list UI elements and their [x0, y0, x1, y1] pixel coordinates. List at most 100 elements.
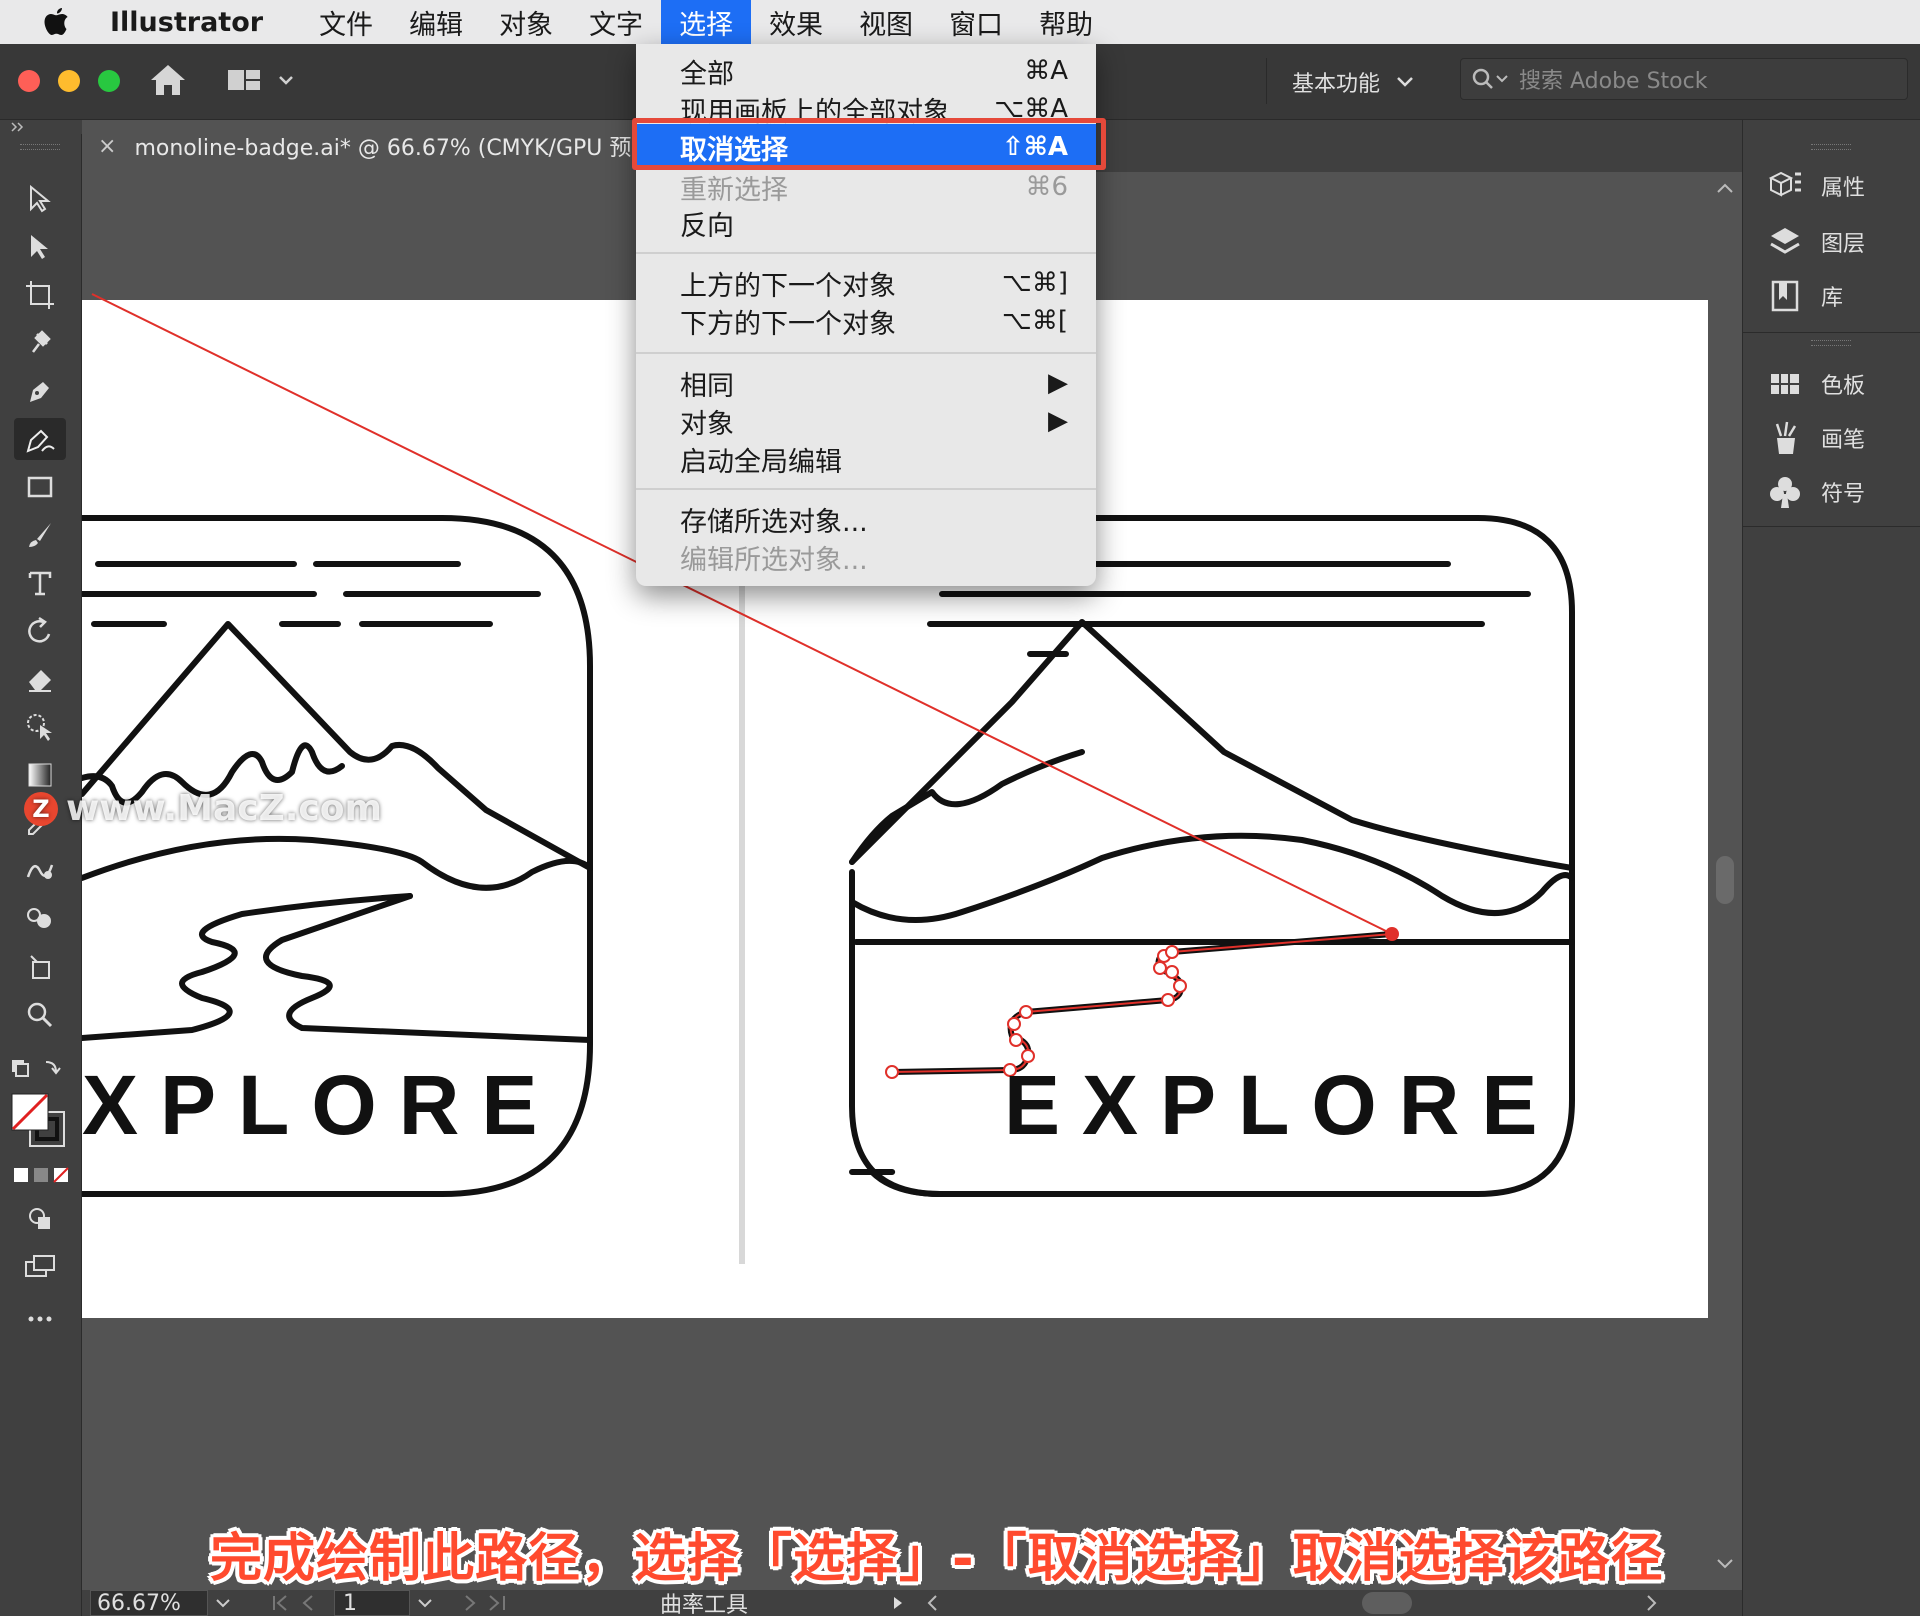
- menu-file[interactable]: 文件: [301, 0, 391, 44]
- menu-item-start-global-edit[interactable]: 启动全局编辑: [636, 440, 1096, 478]
- properties-icon: [1767, 168, 1803, 204]
- document-tab-title: monoline-badge.ai* @ 66.67% (CMYK/GPU 预览…: [134, 136, 642, 161]
- first-artboard-icon[interactable]: [268, 1590, 328, 1616]
- artboard-tool-icon[interactable]: [14, 274, 66, 316]
- watermark: Z www.MacZ.com: [24, 788, 382, 829]
- menu-item-shortcut: ⌘6: [1025, 172, 1068, 202]
- artboard-number-field[interactable]: 1: [334, 1590, 410, 1616]
- color-mode-icons[interactable]: [12, 1164, 70, 1186]
- menu-type[interactable]: 文字: [571, 0, 661, 44]
- artboard-number: 1: [343, 1590, 357, 1616]
- libraries-icon: [1767, 278, 1803, 314]
- zoom-level-field[interactable]: 66.67%: [90, 1590, 208, 1616]
- menu-help[interactable]: 帮助: [1021, 0, 1111, 44]
- panel-layers[interactable]: 图层: [1767, 220, 1865, 264]
- menu-item-inverse[interactable]: 反向: [636, 204, 1096, 242]
- swap-fill-stroke-icon[interactable]: [8, 1048, 64, 1090]
- menu-item-next-object-below[interactable]: 下方的下一个对象 ⌥⌘[: [636, 302, 1096, 340]
- status-menu-arrow-icon[interactable]: [888, 1590, 908, 1616]
- menu-select[interactable]: 选择: [661, 0, 752, 44]
- menu-item-shortcut: ⌥⌘[: [1001, 306, 1068, 336]
- zoom-tool-icon[interactable]: [14, 994, 66, 1036]
- menu-item-label: 重新选择: [680, 174, 788, 206]
- panel-properties[interactable]: 属性: [1767, 164, 1865, 208]
- menu-item-label: 反向: [680, 210, 734, 242]
- menu-item-object[interactable]: 对象 ▶: [636, 402, 1096, 440]
- menu-item-same[interactable]: 相同 ▶: [636, 364, 1096, 402]
- stock-search-input[interactable]: 搜索 Adobe Stock: [1460, 58, 1908, 100]
- menu-item-label: 下方的下一个对象: [680, 308, 896, 340]
- zoom-value: 66.67%: [97, 1590, 181, 1616]
- screen-mode-icon[interactable]: [14, 1246, 66, 1288]
- shape-builder-tool-icon[interactable]: [14, 706, 66, 748]
- arrange-documents-icon[interactable]: [226, 64, 296, 96]
- scroll-thumb[interactable]: [1716, 856, 1734, 904]
- menu-item-label: 对象: [680, 408, 734, 440]
- pen-tool-icon[interactable]: [14, 370, 66, 412]
- menu-item-next-object-above[interactable]: 上方的下一个对象 ⌥⌘]: [636, 264, 1096, 302]
- draw-mode-icon[interactable]: [14, 1198, 66, 1240]
- chevron-down-icon: [1397, 77, 1413, 87]
- symbols-icon: [1767, 474, 1803, 510]
- expand-toolbar-icon[interactable]: [10, 122, 26, 132]
- selection-tool-icon[interactable]: [14, 178, 66, 220]
- current-tool-label: 曲率工具: [660, 1593, 749, 1616]
- scroll-up-icon[interactable]: [1716, 182, 1734, 194]
- eraser-tool-icon[interactable]: [14, 658, 66, 700]
- menu-object[interactable]: 对象: [481, 0, 571, 44]
- menu-effect[interactable]: 效果: [751, 0, 841, 44]
- artboard-dropdown-icon[interactable]: [410, 1590, 440, 1616]
- menu-item-label: 全部: [680, 58, 734, 90]
- type-tool-icon[interactable]: [14, 562, 66, 604]
- zoom-dropdown-icon[interactable]: [208, 1590, 238, 1616]
- panel-swatches-label: 色板: [1821, 374, 1866, 399]
- document-tab[interactable]: × monoline-badge.ai* @ 66.67% (CMYK/GPU …: [82, 120, 642, 172]
- status-bar: 66.67% 1 曲率工具: [82, 1590, 1742, 1616]
- menu-item-select-all[interactable]: 全部 ⌘A: [636, 52, 1096, 90]
- last-artboard-icon[interactable]: [450, 1590, 510, 1616]
- scroll-down-icon[interactable]: [1716, 1558, 1734, 1570]
- vertical-scrollbar[interactable]: [1710, 172, 1740, 1590]
- direct-selection-tool-icon[interactable]: [14, 226, 66, 268]
- minimize-window-button[interactable]: [58, 70, 80, 92]
- fill-stroke-swatch[interactable]: [10, 1092, 70, 1152]
- panel-symbols[interactable]: 符号: [1767, 470, 1865, 514]
- menu-view[interactable]: 视图: [841, 0, 931, 44]
- right-badge-text: EXPLORE: [1004, 1058, 1559, 1152]
- curvature-tool-icon[interactable]: [14, 418, 66, 460]
- crop-perspective-tool-icon[interactable]: [14, 946, 66, 988]
- panel-swatches[interactable]: 色板: [1767, 362, 1865, 406]
- menu-item-label: 启动全局编辑: [680, 446, 842, 478]
- paintbrush-tool-icon[interactable]: [14, 514, 66, 556]
- menu-edit[interactable]: 编辑: [391, 0, 481, 44]
- panel-properties-label: 属性: [1821, 176, 1866, 201]
- menu-item-save-selection[interactable]: 存储所选对象...: [636, 500, 1096, 538]
- panel-libraries[interactable]: 库: [1767, 274, 1843, 318]
- apple-icon[interactable]: [40, 5, 74, 39]
- close-window-button[interactable]: [18, 70, 40, 92]
- swatches-icon: [1767, 366, 1803, 402]
- more-tools-icon[interactable]: [14, 1298, 66, 1340]
- menu-item-shortcut: ⌘A: [1024, 56, 1068, 86]
- horizontal-scroll-thumb[interactable]: [1362, 1592, 1413, 1614]
- panel-layers-label: 图层: [1821, 232, 1866, 257]
- symbol-sprayer-tool-icon[interactable]: [14, 898, 66, 940]
- home-icon[interactable]: [148, 62, 188, 98]
- rotate-tool-icon[interactable]: [14, 610, 66, 652]
- app-name-menu[interactable]: Illustrator: [110, 7, 263, 38]
- puppet-warp-tool-icon[interactable]: [14, 322, 66, 364]
- panel-brushes[interactable]: 画笔: [1767, 416, 1865, 460]
- panel-libraries-label: 库: [1821, 286, 1844, 311]
- scroll-right-icon[interactable]: [1642, 1590, 1662, 1616]
- menu-item-label: 相同: [680, 370, 734, 402]
- menu-window[interactable]: 窗口: [931, 0, 1021, 44]
- workspace-switcher[interactable]: 基本功能: [1292, 66, 1414, 98]
- close-tab-icon[interactable]: ×: [98, 134, 116, 159]
- menu-item-shortcut: ⌥⌘]: [1001, 268, 1068, 298]
- rectangle-tool-icon[interactable]: [14, 466, 66, 508]
- zoom-window-button[interactable]: [98, 70, 120, 92]
- watermark-text: www.MacZ.com: [66, 788, 382, 829]
- scroll-left-icon[interactable]: [922, 1590, 942, 1616]
- layers-icon: [1767, 224, 1803, 260]
- blend-tool-icon[interactable]: [14, 850, 66, 892]
